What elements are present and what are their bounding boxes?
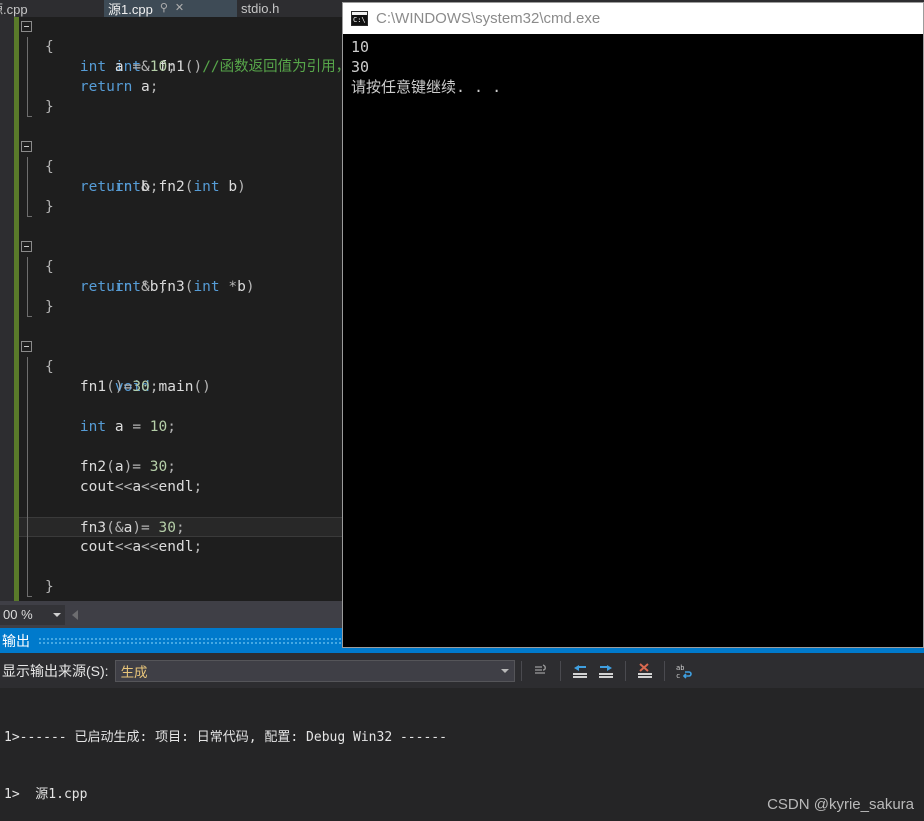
code-token-punct: ; [158,279,168,295]
code-token-punct: ; [193,479,203,495]
code-token-punct: ; [149,79,159,95]
code-token-op: = [132,59,142,75]
visual-studio-window: 源.cpp 源1.cpp ⚲ ✕ stdio.h int& fn1()//函数返… [0,0,924,821]
fold-guide-line [27,37,32,117]
tab-source1-cpp[interactable]: 源1.cpp ⚲ ✕ [104,0,237,17]
code-token-op: << [114,539,133,555]
output-source-select[interactable]: 生成 [114,659,515,682]
go-to-next-icon[interactable] [593,659,619,683]
cmd-console-output[interactable]: 10 30 请按任意键继续. . . [343,34,923,647]
code-token-op: = [132,419,142,435]
code-token-number: 10 [149,59,168,75]
code-token-punct: ( [106,459,115,475]
code-token-brace: { [45,159,54,175]
code-token-keyword: int [79,59,107,75]
tab-label: 源.cpp [0,2,28,17]
tab-label: 源1.cpp [108,2,153,17]
editor-gutter [0,17,14,601]
close-icon[interactable]: ✕ [175,3,184,14]
tab-source-cpp[interactable]: 源.cpp [0,0,96,17]
code-token-op: << [114,479,133,495]
code-token-brace: } [45,99,54,115]
code-token-punct: ; [149,179,159,195]
chevron-down-icon[interactable] [53,612,61,617]
code-token-punct: ; [167,459,176,475]
output-panel-title: 输出 [2,632,30,649]
code-token-op: * [141,279,150,295]
code-token-punct: )= [132,520,150,536]
cmd-title-text: C:\WINDOWS\system32\cmd.exe [376,10,601,27]
svg-text:ab: ab [676,664,684,672]
toggle-word-wrap-icon[interactable]: ab c [671,659,697,683]
code-token-op: << [141,539,159,555]
toolbar-separator [559,660,561,681]
code-token-number: 30 [149,459,168,475]
fold-guide-line [27,157,32,217]
code-token-brace: } [45,299,54,315]
code-token-number: 30 [158,520,176,536]
code-token-punct: ; [193,539,203,555]
code-token-brace: } [45,579,54,595]
fold-guide-line [27,377,32,597]
zoom-level-selector[interactable]: 00 % [0,603,66,626]
code-token-brace: { [45,259,54,275]
toolbar-separator [520,660,522,681]
code-token-brace: } [45,199,54,215]
code-token-punct: ; [167,419,176,435]
code-token-number: 10 [149,419,168,435]
fold-collapse-icon[interactable] [21,141,32,152]
horizontal-scroll-left-arrow-icon[interactable] [72,609,78,620]
cmd-console-window[interactable]: C:\WINDOWS\system32\cmd.exe 10 30 请按任意键继… [342,2,924,648]
output-panel-toolbar: 显示输出来源(S): 生成 ab c [0,653,924,688]
code-token-keyword: return [79,279,133,295]
code-token-keyword: int [79,419,107,435]
go-to-previous-icon[interactable] [567,659,593,683]
code-token-punct: ; [175,520,185,536]
toolbar-separator [663,660,665,681]
toolbar-separator [624,660,626,681]
code-token-brace: { [45,359,54,375]
fold-guide-line [27,257,32,317]
clear-pane-icon[interactable] [632,659,658,683]
pin-icon[interactable]: ⚲ [160,3,168,14]
output-source-label: 显示输出来源(S): [2,662,109,679]
code-token-punct: ()= [106,379,133,395]
code-token-keyword: return [79,79,133,95]
cmd-icon [351,11,368,26]
fold-collapse-icon[interactable] [21,341,32,352]
code-token-punct: ; [149,379,159,395]
cmd-title-bar[interactable]: C:\WINDOWS\system32\cmd.exe [343,3,923,34]
code-token-punct: (& [106,520,124,536]
code-token-punct: ; [167,59,176,75]
watermark: CSDN @kyrie_sakura [767,796,914,813]
code-token-number: 30 [132,379,150,395]
code-token-brace: { [45,39,54,55]
output-line: 1>------ 已启动生成: 项目: 日常代码, 配置: Debug Win3… [4,730,447,745]
clear-all-icon[interactable] [528,659,554,683]
output-source-value: 生成 [120,664,148,680]
fold-collapse-icon[interactable] [21,241,32,252]
code-token-keyword: return [79,179,133,195]
svg-text:c: c [676,672,680,680]
code-token-op: << [141,479,159,495]
code-token-punct: )= [123,459,142,475]
tab-label: stdio.h [241,1,280,16]
zoom-level-value: 00 % [3,607,33,622]
chevron-down-icon[interactable] [500,668,509,673]
tab-stdio-h[interactable]: stdio.h [237,0,327,17]
fold-collapse-icon[interactable] [21,21,32,32]
